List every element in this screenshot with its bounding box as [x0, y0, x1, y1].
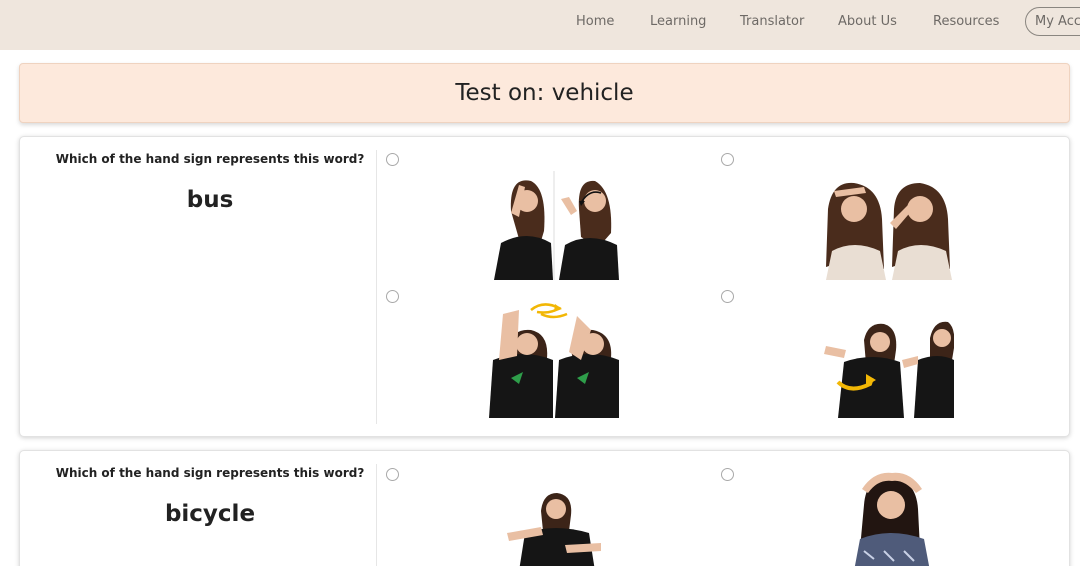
page-title: Test on: vehicle — [455, 80, 634, 106]
card-divider — [376, 150, 377, 424]
sign-option-a-icon[interactable] — [505, 491, 605, 566]
sign-option-b-icon[interactable] — [844, 469, 939, 566]
question-prompt: Which of the hand sign represents this w… — [55, 466, 365, 480]
option-a-radio[interactable] — [386, 468, 399, 481]
option-c-radio[interactable] — [386, 290, 399, 303]
top-navbar: Home Learning Translator About Us Resour… — [0, 0, 1080, 50]
option-b-radio[interactable] — [721, 153, 734, 166]
question-word: bus — [186, 187, 234, 213]
question-card-bicycle: Which of the hand sign represents this w… — [19, 450, 1070, 566]
my-account-button[interactable]: My Account — [1025, 7, 1080, 36]
nav-translator-link[interactable]: Translator — [740, 14, 804, 29]
question-word: bicycle — [164, 501, 256, 527]
nav-resources-link[interactable]: Resources — [933, 14, 999, 29]
card-divider — [376, 464, 377, 566]
sign-option-b-icon[interactable] — [824, 179, 954, 280]
sign-option-a-icon[interactable] — [489, 171, 619, 280]
option-b-radio[interactable] — [721, 468, 734, 481]
option-d-radio[interactable] — [721, 290, 734, 303]
option-a-radio[interactable] — [386, 153, 399, 166]
nav-about-us-link[interactable]: About Us — [838, 14, 897, 29]
question-prompt: Which of the hand sign represents this w… — [55, 152, 365, 166]
nav-learning-link[interactable]: Learning — [650, 14, 706, 29]
sign-option-d-icon[interactable] — [824, 320, 954, 418]
question-card-bus: Which of the hand sign represents this w… — [19, 136, 1070, 437]
nav-home-link[interactable]: Home — [576, 14, 614, 29]
sign-option-c-icon[interactable] — [489, 300, 619, 418]
test-title-banner: Test on: vehicle — [19, 63, 1070, 123]
